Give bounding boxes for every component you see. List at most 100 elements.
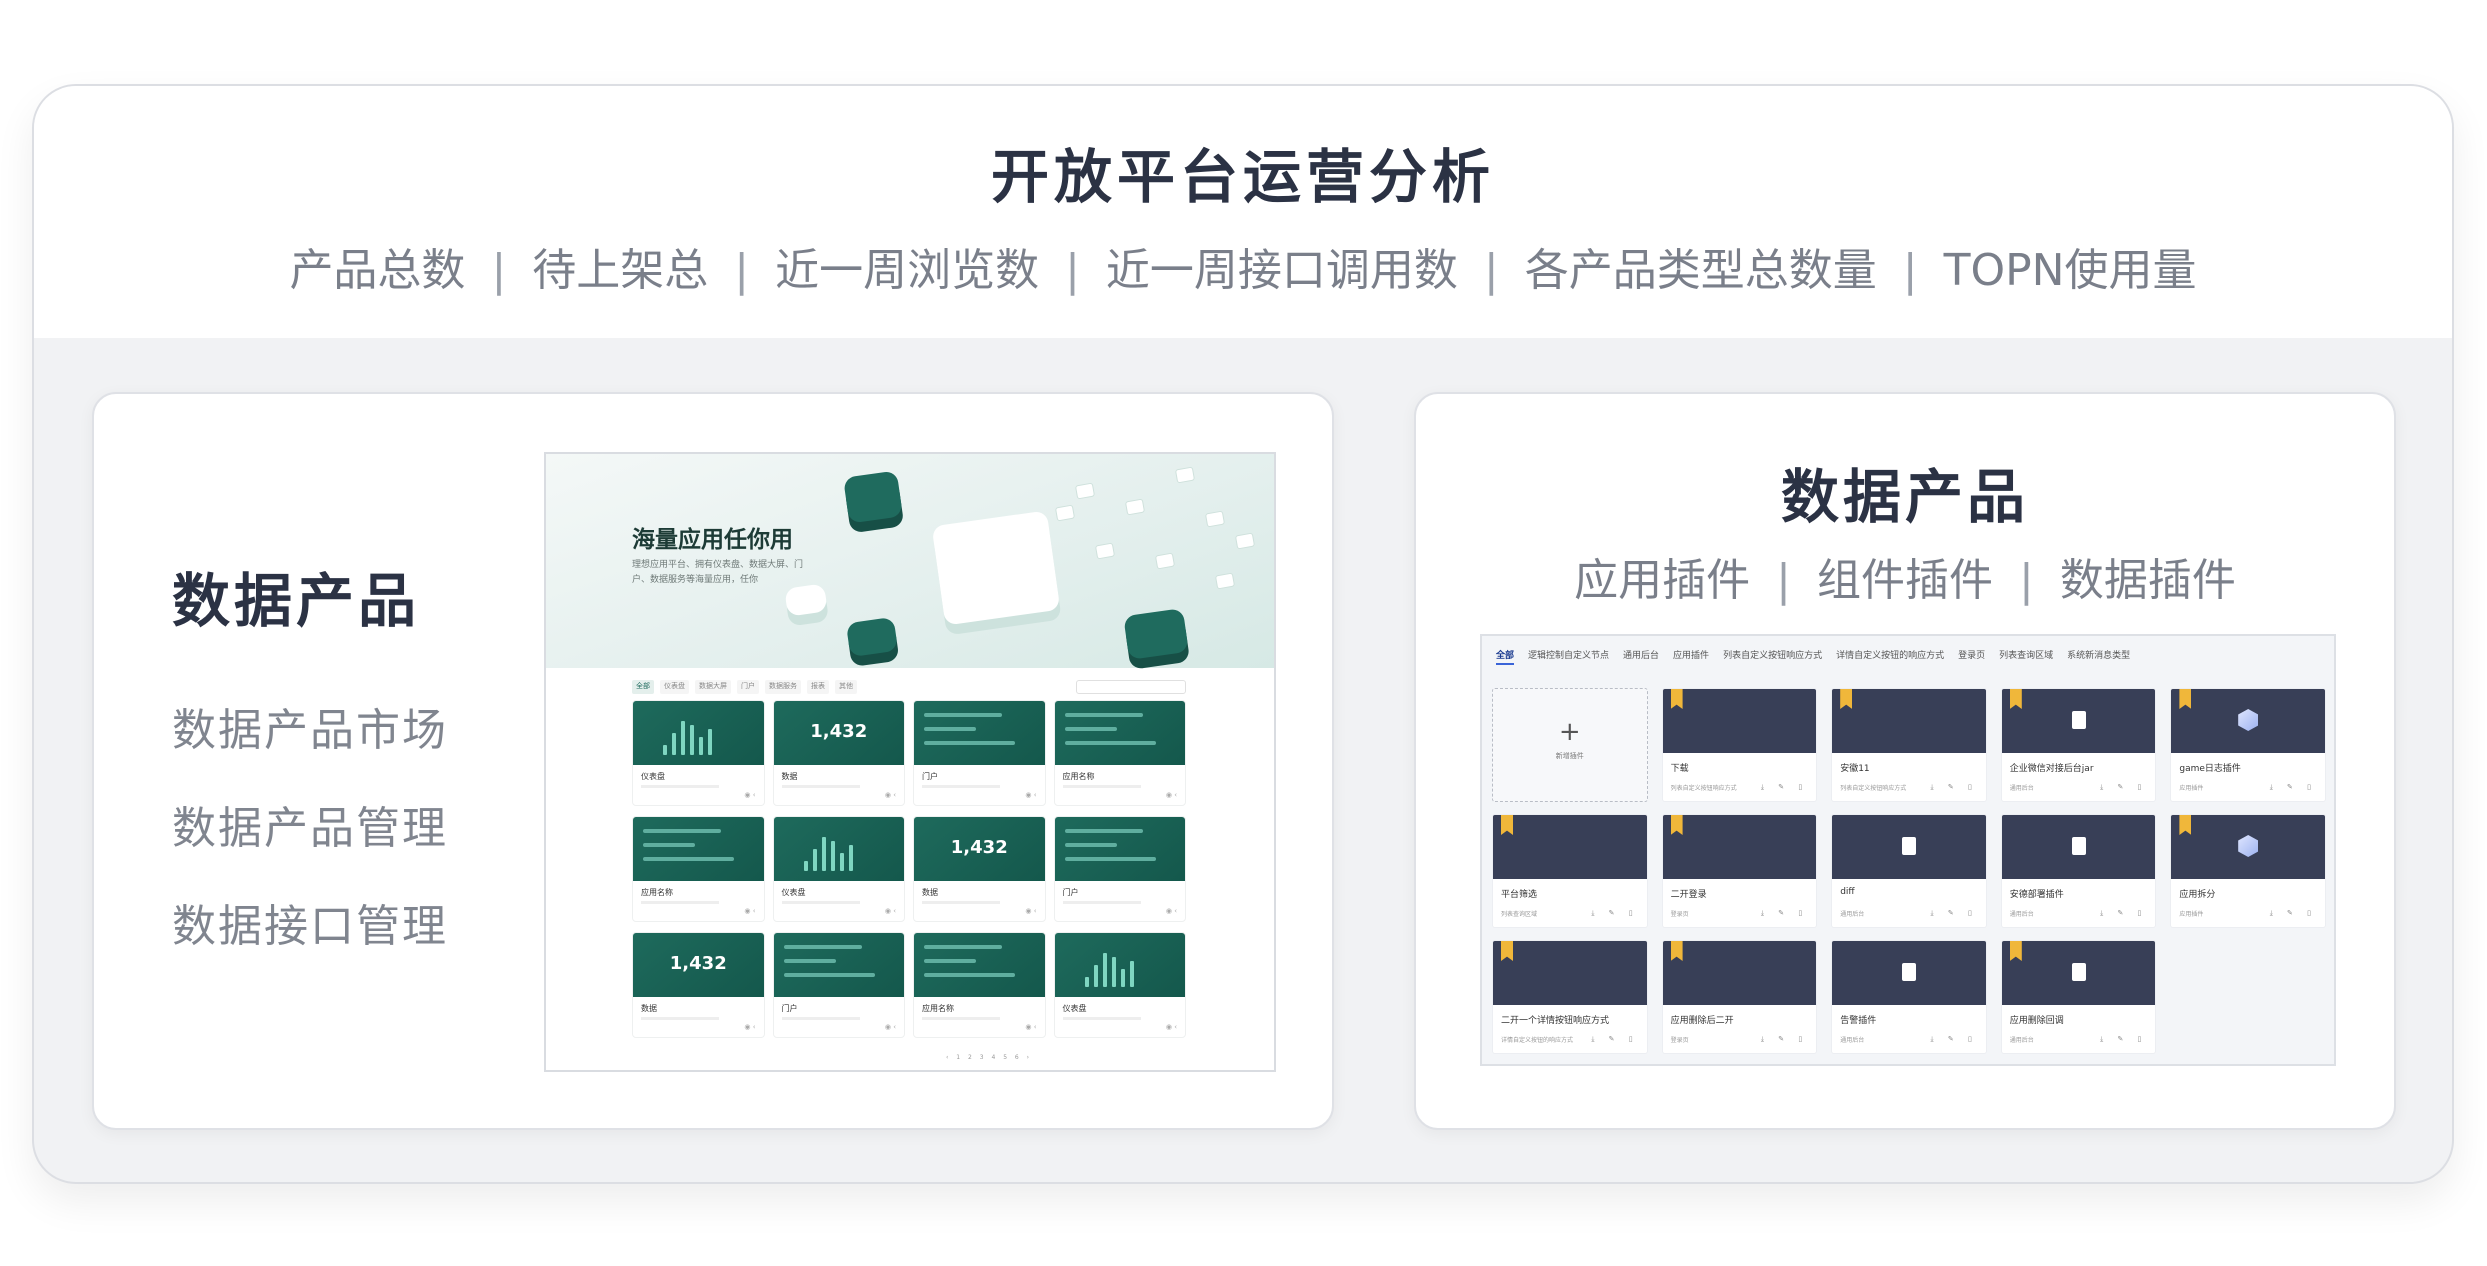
plugin-card[interactable]: game日志插件 应用插件 ⤓ ✎ ▯ [2170,688,2326,802]
market-card[interactable]: 应用名称 ◉ ‹ [913,932,1046,1038]
plugin-actions-icon[interactable]: ⤓ ✎ ▯ [1931,1035,1978,1044]
plugin-actions-icon[interactable]: ⤓ ✎ ▯ [2270,783,2317,792]
plugin-actions-icon[interactable]: ⤓ ✎ ▯ [2270,909,2317,918]
market-card[interactable]: 应用名称 ◉ ‹ [1053,700,1186,806]
market-filter-tab[interactable]: 数据服务 [765,680,801,694]
plugin-actions-icon[interactable]: ⤓ ✎ ▯ [1931,909,1978,918]
metric-separator: | [1902,245,1918,296]
plugin-tab[interactable]: 逻辑控制自定义节点 [1528,648,1609,665]
plugin-card[interactable]: diff 通用后台 ⤓ ✎ ▯ [1831,814,1987,928]
plugin-card[interactable]: 应用删除回调 通用后台 ⤓ ✎ ▯ [2000,940,2157,1054]
market-card[interactable]: 1,432 数据 ◉ ‹ [913,816,1046,922]
plugin-type: 登录页 [1670,1037,1689,1044]
market-card[interactable]: 门户 ◉ ‹ [1053,816,1186,922]
card-thumbnail [773,933,904,997]
plugin-card[interactable]: 二开一个详情按钮响应方式 详情自定义按钮的响应方式 ⤓ ✎ ▯ [1492,940,1648,1054]
plugin-tab[interactable]: 登录页 [1958,648,1985,665]
card-actions-icon[interactable]: ◉ ‹ [1025,1023,1036,1031]
plugin-tab[interactable]: 列表自定义按钮响应方式 [1723,648,1822,665]
card-actions-icon[interactable]: ◉ ‹ [744,907,755,915]
market-card[interactable]: 门户 ◉ ‹ [772,932,905,1038]
thumb-line [1064,843,1117,847]
thumb-bar [681,721,685,755]
card-date-placeholder [922,901,1001,904]
plugin-card[interactable]: 安徽11 列表自定义按钮响应方式 ⤓ ✎ ▯ [1831,688,1987,802]
subtitle-1[interactable]: 组件插件 [1817,555,1993,606]
plugin-actions-icon[interactable]: ⤓ ✎ ▯ [1931,783,1978,792]
plugin-actions-icon[interactable]: ⤓ ✎ ▯ [1761,909,1808,918]
plugin-card[interactable]: 平台筛选 列表查询区域 ⤓ ✎ ▯ [1492,814,1648,928]
plus-icon: + [1558,717,1581,747]
bookmark-flag-icon [2009,941,2022,961]
card-actions-icon[interactable]: ◉ ‹ [744,791,755,799]
card-actions-icon[interactable]: ◉ ‹ [885,791,896,799]
plugin-card[interactable]: 安德部署插件 通用后台 ⤓ ✎ ▯ [2000,814,2157,928]
card-actions-icon[interactable]: ◉ ‹ [744,1023,755,1031]
plugin-tab[interactable]: 系统新消息类型 [2067,648,2130,665]
market-card[interactable]: 应用名称 ◉ ‹ [632,816,765,922]
bookmark-flag-icon [1840,689,1853,709]
market-filter-tab[interactable]: 报表 [807,680,829,694]
market-filter-tab[interactable]: 仪表盘 [660,680,689,694]
thumb-bar [1102,953,1107,987]
card-actions-icon[interactable]: ◉ ‹ [1166,791,1177,799]
plugin-tab[interactable]: 详情自定义按钮的响应方式 [1836,648,1944,665]
thumb-bar [663,745,667,755]
plugin-actions-icon[interactable]: ⤓ ✎ ▯ [2100,909,2147,918]
plugin-tab[interactable]: 应用插件 [1673,648,1709,665]
card-actions-icon[interactable]: ◉ ‹ [885,1023,896,1031]
card-number: 1,432 [810,721,868,742]
thumb-bar [699,737,703,755]
data-product-panel-left: 数据产品 数据产品市场 数据产品管理 数据接口管理 海量应用任你用 理想应用平台… [92,392,1334,1130]
thumb-bar [690,725,694,755]
plugin-thumbnail [1662,689,1817,753]
plugin-card[interactable]: 应用删除后二开 登录页 ⤓ ✎ ▯ [1661,940,1818,1054]
plugin-card[interactable]: 企业微信对接后台jar 通用后台 ⤓ ✎ ▯ [2000,688,2157,802]
card-actions-icon[interactable]: ◉ ‹ [1025,907,1036,915]
market-filter-tab[interactable]: 数据大屏 [695,680,731,694]
market-card[interactable]: 仪表盘 ◉ ‹ [772,816,905,922]
plugin-tab[interactable]: 全部 [1496,648,1515,665]
left-item-market[interactable]: 数据产品市场 [172,694,448,758]
plugin-actions-icon[interactable]: ⤓ ✎ ▯ [2100,783,2147,792]
thumb-line [783,959,836,963]
left-item-management[interactable]: 数据产品管理 [172,792,448,856]
card-actions-icon[interactable]: ◉ ‹ [1025,791,1036,799]
market-pagination[interactable]: ‹ 1 2 3 4 5 6 › [946,1054,1032,1061]
header-band: 开放平台运营分析 产品总数 | 待上架总 | 近一周浏览数 | 近一周接口调用数 | 各产品类型… [34,86,2452,338]
market-card[interactable]: 仪表盘 ◉ ‹ [632,700,765,806]
plugin-actions-icon[interactable]: ⤓ ✎ ▯ [1761,783,1808,792]
plugin-tab[interactable]: 通用后台 [1623,648,1659,665]
card-actions-icon[interactable]: ◉ ‹ [885,907,896,915]
add-plugin-button[interactable]: + 新增插件 [1492,688,1648,802]
card-actions-icon[interactable]: ◉ ‹ [1166,1023,1177,1031]
plugin-card[interactable]: 应用拆分 应用插件 ⤓ ✎ ▯ [2170,814,2326,928]
market-card[interactable]: 仪表盘 ◉ ‹ [1053,932,1186,1038]
market-filter-tab[interactable]: 全部 [632,680,654,694]
market-search-input[interactable] [1076,680,1186,694]
card-date-placeholder [781,785,860,788]
plugin-actions-icon[interactable]: ⤓ ✎ ▯ [1591,1035,1638,1044]
plugin-actions-icon[interactable]: ⤓ ✎ ▯ [2100,1035,2147,1044]
market-card[interactable]: 1,432 数据 ◉ ‹ [772,700,905,806]
card-thumbnail: 1,432 [914,817,1045,881]
plugin-actions-icon[interactable]: ⤓ ✎ ▯ [1591,909,1638,918]
plugin-actions-icon[interactable]: ⤓ ✎ ▯ [1761,1035,1808,1044]
card-actions-icon[interactable]: ◉ ‹ [1166,907,1177,915]
card-date-placeholder [1062,1017,1141,1020]
metric-5: TOPN使用量 [1943,245,2197,296]
plugin-card[interactable]: 下载 列表自定义按钮响应方式 ⤓ ✎ ▯ [1661,688,1818,802]
market-filter-tab[interactable]: 门户 [737,680,759,694]
left-item-interface[interactable]: 数据接口管理 [172,890,448,954]
card-number: 1,432 [669,953,727,974]
plugin-thumbnail [2171,815,2325,879]
metrics-row: 产品总数 | 待上架总 | 近一周浏览数 | 近一周接口调用数 | 各产品类型总数量 | TOPN使… [34,234,2452,298]
subtitle-0[interactable]: 应用插件 [1574,555,1750,606]
subtitle-2[interactable]: 数据插件 [2060,555,2236,606]
plugin-card[interactable]: 二开登录 登录页 ⤓ ✎ ▯ [1661,814,1818,928]
market-card[interactable]: 1,432 数据 ◉ ‹ [632,932,765,1038]
market-card[interactable]: 门户 ◉ ‹ [913,700,1046,806]
plugin-card[interactable]: 告警插件 通用后台 ⤓ ✎ ▯ [1831,940,1987,1054]
plugin-tab[interactable]: 列表查询区域 [1999,648,2053,665]
market-filter-tab[interactable]: 其他 [835,680,857,694]
